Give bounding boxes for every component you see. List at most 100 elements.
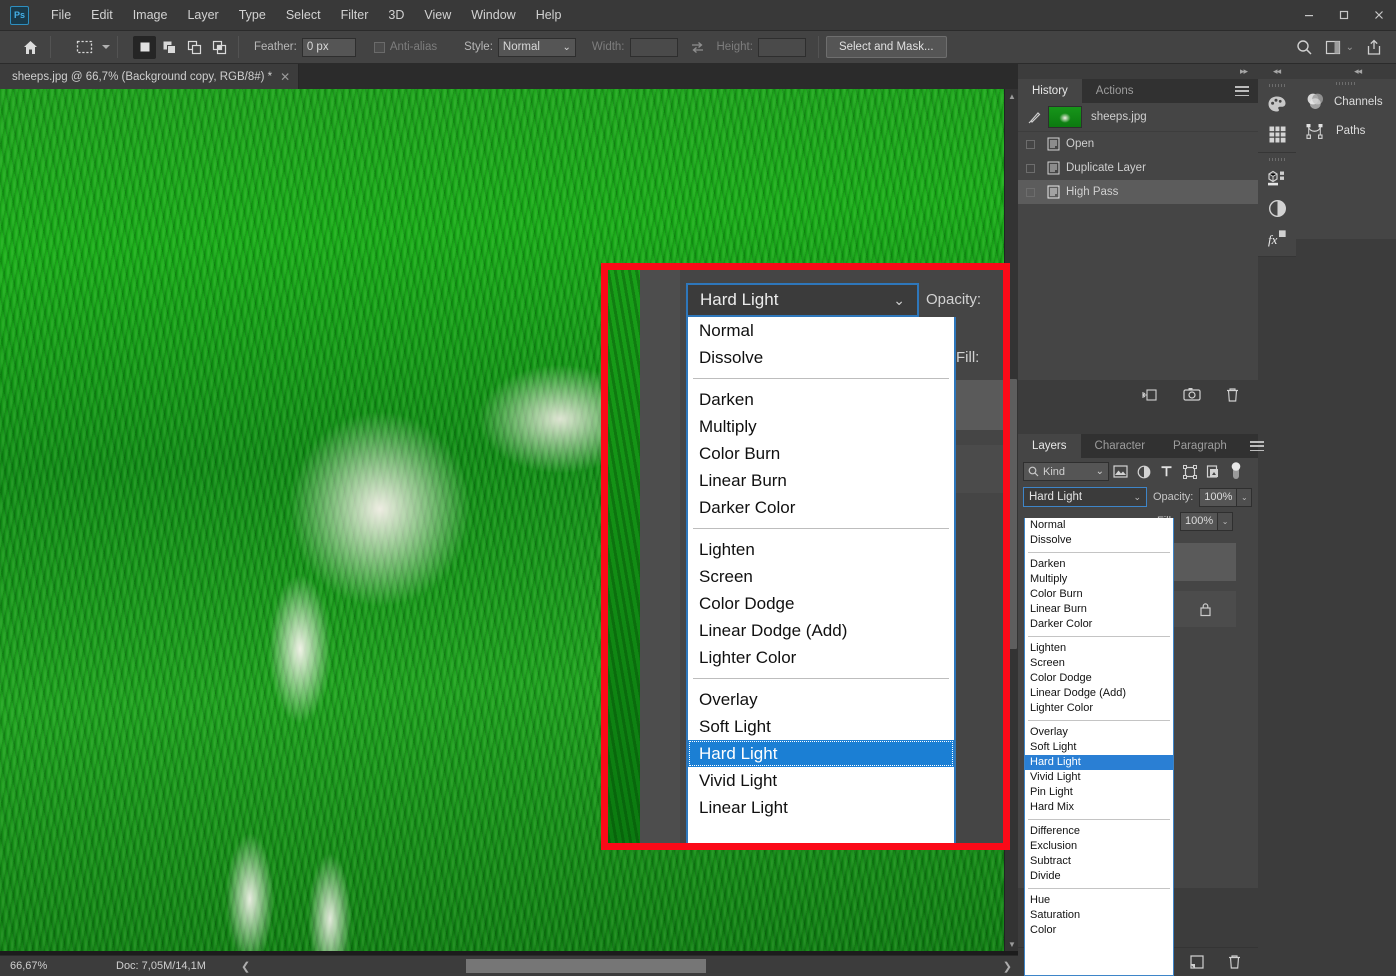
- share-icon[interactable]: [1366, 39, 1382, 56]
- tab-actions[interactable]: Actions: [1081, 79, 1148, 103]
- callout-blend-mode-option-soft-light[interactable]: Soft Light: [688, 713, 954, 740]
- document-tab[interactable]: sheeps.jpg @ 66,7% (Background copy, RGB…: [0, 64, 300, 89]
- feather-input[interactable]: 0 px: [301, 37, 356, 57]
- callout-blend-mode-option-vivid-light[interactable]: Vivid Light: [688, 767, 954, 794]
- blend-mode-option-exclusion[interactable]: Exclusion: [1025, 839, 1173, 854]
- zoom-level[interactable]: 66,67%: [0, 960, 66, 972]
- opacity-value[interactable]: 100%: [1199, 487, 1238, 507]
- filter-adjustment-icon[interactable]: [1132, 461, 1155, 483]
- blend-mode-option-difference[interactable]: Difference: [1025, 824, 1173, 839]
- blend-mode-option-lighter-color[interactable]: Lighter Color: [1025, 701, 1173, 716]
- workspace-icon[interactable]: [1325, 40, 1341, 55]
- callout-blend-mode-option-linear-burn[interactable]: Linear Burn: [688, 467, 954, 494]
- panel-button-paths[interactable]: Paths: [1296, 116, 1396, 145]
- blend-mode-option-lighten[interactable]: Lighten: [1025, 641, 1173, 656]
- history-snapshot-row[interactable]: sheeps.jpg: [1018, 103, 1258, 131]
- history-state-duplicate-layer[interactable]: Duplicate Layer: [1018, 156, 1258, 180]
- tool-preset-picker[interactable]: [72, 35, 110, 59]
- close-icon[interactable]: ✕: [280, 70, 290, 84]
- minimize-button[interactable]: [1291, 0, 1326, 31]
- add-to-selection-button[interactable]: [158, 36, 181, 59]
- canvas-horizontal-scrollbar[interactable]: ❮ ❯: [236, 956, 1018, 976]
- blend-mode-option-hard-mix[interactable]: Hard Mix: [1025, 800, 1173, 815]
- scroll-down-icon[interactable]: ▼: [1005, 937, 1018, 951]
- history-toggle-checkbox[interactable]: [1020, 156, 1040, 180]
- blend-mode-select[interactable]: Hard Light ⌄: [1023, 487, 1147, 507]
- lock-icon[interactable]: [1199, 602, 1212, 617]
- blend-mode-option-darker-color[interactable]: Darker Color: [1025, 617, 1173, 632]
- tab-layers[interactable]: Layers: [1018, 434, 1081, 458]
- menu-item-file[interactable]: File: [41, 4, 81, 26]
- menu-item-layer[interactable]: Layer: [177, 4, 228, 26]
- filter-toggle-switch[interactable]: [1224, 461, 1247, 483]
- menu-item-view[interactable]: View: [414, 4, 461, 26]
- callout-blend-mode-option-lighten[interactable]: Lighten: [688, 536, 954, 563]
- callout-blend-mode-option-dissolve[interactable]: Dissolve: [688, 344, 954, 371]
- anti-alias-checkbox[interactable]: [373, 41, 385, 53]
- filter-type-icon[interactable]: [1155, 461, 1178, 483]
- callout-blend-mode-option-color-burn[interactable]: Color Burn: [688, 440, 954, 467]
- search-icon[interactable]: [1296, 39, 1313, 56]
- scroll-right-icon[interactable]: ❯: [1003, 960, 1012, 973]
- collapse-panels-icon[interactable]: ◂◂: [1273, 66, 1281, 77]
- callout-opacity-field[interactable]: [1006, 285, 1010, 313]
- callout-blend-mode-option-hard-light[interactable]: Hard Light: [688, 740, 954, 767]
- callout-blend-mode-option-linear-light[interactable]: Linear Light: [688, 794, 954, 821]
- callout-blend-mode-option-linear-dodge-add-[interactable]: Linear Dodge (Add): [688, 617, 954, 644]
- blend-mode-option-linear-dodge-add-[interactable]: Linear Dodge (Add): [1025, 686, 1173, 701]
- blend-mode-option-multiply[interactable]: Multiply: [1025, 572, 1173, 587]
- height-input[interactable]: [757, 37, 806, 57]
- filter-smart-object-icon[interactable]: [1201, 461, 1224, 483]
- menu-item-edit[interactable]: Edit: [81, 4, 123, 26]
- create-document-from-state-icon[interactable]: [1142, 387, 1159, 403]
- blend-mode-option-subtract[interactable]: Subtract: [1025, 854, 1173, 869]
- history-brush-icon[interactable]: [1020, 110, 1048, 125]
- callout-blend-mode-option-darken[interactable]: Darken: [688, 386, 954, 413]
- menu-item-filter[interactable]: Filter: [331, 4, 379, 26]
- callout-blend-mode-option-color-dodge[interactable]: Color Dodge: [688, 590, 954, 617]
- new-layer-icon[interactable]: [1189, 954, 1205, 970]
- swap-width-height-icon[interactable]: [690, 40, 705, 55]
- history-toggle-checkbox[interactable]: [1020, 180, 1040, 204]
- blend-mode-option-hard-light[interactable]: Hard Light: [1025, 755, 1173, 770]
- fill-stepper-icon[interactable]: ⌄: [1218, 511, 1234, 531]
- blend-mode-option-vivid-light[interactable]: Vivid Light: [1025, 770, 1173, 785]
- delete-layer-icon[interactable]: [1227, 954, 1242, 970]
- drag-grip[interactable]: [1296, 79, 1396, 87]
- tab-history[interactable]: History: [1018, 79, 1082, 103]
- intersect-selection-button[interactable]: [208, 36, 231, 59]
- close-button[interactable]: [1361, 0, 1396, 31]
- tab-character[interactable]: Character: [1080, 434, 1160, 458]
- blend-mode-option-darken[interactable]: Darken: [1025, 557, 1173, 572]
- history-toggle-checkbox[interactable]: [1020, 132, 1040, 156]
- blend-mode-option-linear-burn[interactable]: Linear Burn: [1025, 602, 1173, 617]
- blend-mode-option-saturation[interactable]: Saturation: [1025, 908, 1173, 923]
- menu-item-type[interactable]: Type: [229, 4, 276, 26]
- callout-blend-mode-option-lighter-color[interactable]: Lighter Color: [688, 644, 954, 671]
- tab-paragraph[interactable]: Paragraph: [1159, 434, 1241, 458]
- menu-item-image[interactable]: Image: [123, 4, 178, 26]
- filter-pixel-icon[interactable]: [1109, 461, 1132, 483]
- blend-mode-option-dissolve[interactable]: Dissolve: [1025, 533, 1173, 548]
- blend-mode-option-color[interactable]: Color: [1025, 923, 1173, 938]
- blend-mode-option-hue[interactable]: Hue: [1025, 893, 1173, 908]
- history-state-open[interactable]: Open: [1018, 132, 1258, 156]
- expand-panels-icon[interactable]: ▸▸: [1240, 66, 1248, 77]
- panel-button-channels[interactable]: Channels: [1296, 87, 1396, 116]
- drag-grip[interactable]: [1258, 82, 1296, 89]
- layer-styles-fx-icon[interactable]: fx: [1258, 223, 1296, 253]
- menu-item-3d[interactable]: 3D: [378, 4, 414, 26]
- delete-state-icon[interactable]: [1225, 387, 1240, 403]
- style-select[interactable]: Normal ⌄: [497, 37, 576, 57]
- drag-grip[interactable]: [1258, 156, 1296, 163]
- blend-mode-dropdown-magnified[interactable]: Normal Dissolve Darken Multiply Color Burn Li…: [686, 317, 956, 843]
- blend-mode-dropdown-small[interactable]: Normal Dissolve Darken Multiply Color Burn Li…: [1024, 518, 1174, 976]
- scroll-left-icon[interactable]: ❮: [241, 960, 250, 973]
- color-palette-icon[interactable]: [1258, 89, 1296, 119]
- width-input[interactable]: [629, 37, 678, 57]
- menu-item-help[interactable]: Help: [526, 4, 572, 26]
- select-and-mask-button[interactable]: Select and Mask...: [825, 36, 947, 58]
- swatches-grid-icon[interactable]: [1258, 119, 1296, 149]
- callout-blend-mode-select[interactable]: Hard Light ⌄: [686, 283, 919, 317]
- menu-item-select[interactable]: Select: [276, 4, 331, 26]
